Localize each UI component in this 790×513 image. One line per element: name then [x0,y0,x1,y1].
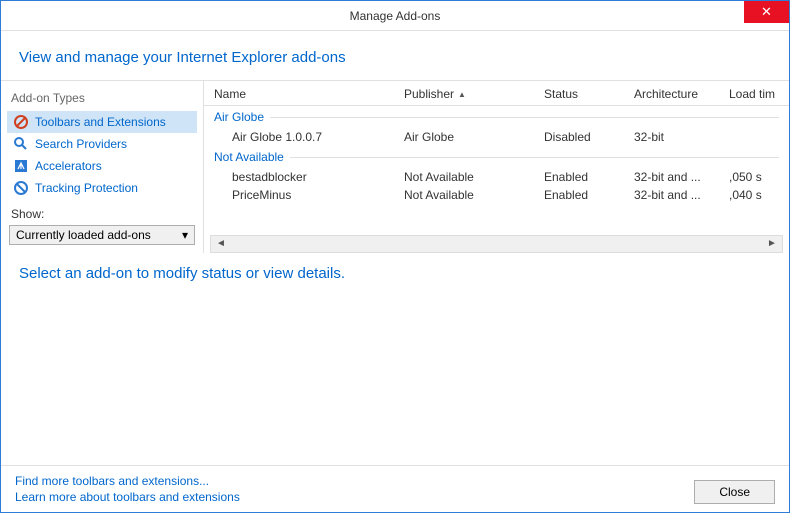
group-header: Air Globe [204,106,789,128]
cell-loadtime [729,130,789,144]
header-publisher-label: Publisher [404,87,454,101]
accelerators-icon [13,158,29,174]
table-row[interactable]: bestadblocker Not Available Enabled 32-b… [204,168,789,186]
main-panel: Name Publisher ▲ Status Architecture Loa… [204,81,789,253]
sidebar-item-label: Accelerators [35,159,102,173]
horizontal-scrollbar[interactable]: ◄ ► [210,235,783,253]
learn-more-link[interactable]: Learn more about toolbars and extensions [15,490,240,504]
header-loadtime[interactable]: Load tim [729,87,789,101]
cell-architecture: 32-bit [634,130,729,144]
scroll-right-icon[interactable]: ► [764,238,780,249]
cell-architecture: 32-bit and ... [634,188,729,202]
sidebar-item-accelerators[interactable]: Accelerators [7,155,197,177]
addons-table: Name Publisher ▲ Status Architecture Loa… [204,81,789,253]
search-icon [13,136,29,152]
cell-architecture: 32-bit and ... [634,170,729,184]
show-dropdown[interactable]: Currently loaded add-ons ▾ [9,225,195,245]
manage-addons-window: Manage Add-ons ✕ View and manage your In… [0,0,790,513]
cell-name: PriceMinus [204,188,404,202]
divider [270,117,779,118]
table-headers: Name Publisher ▲ Status Architecture Loa… [204,81,789,106]
detail-message: Select an add-on to modify status or vie… [1,253,789,294]
sidebar-item-label: Tracking Protection [35,181,138,195]
cell-name: Air Globe 1.0.0.7 [204,130,404,144]
cell-status: Enabled [544,170,634,184]
close-icon: ✕ [761,4,772,20]
group-title: Air Globe [214,110,264,124]
sort-asc-icon: ▲ [458,90,466,99]
header-architecture[interactable]: Architecture [634,87,729,101]
close-button[interactable]: Close [694,480,775,504]
chevron-down-icon: ▾ [182,228,188,242]
window-title: Manage Add-ons [1,9,789,23]
footer-links: Find more toolbars and extensions... Lea… [15,474,240,504]
content-area: Add-on Types Toolbars and Extensions Sea… [1,81,789,253]
show-label: Show: [7,199,197,223]
close-window-button[interactable]: ✕ [744,1,789,23]
page-header: View and manage your Internet Explorer a… [1,31,789,81]
sidebar-title: Add-on Types [7,89,197,111]
cell-publisher: Not Available [404,188,544,202]
group-title: Not Available [214,150,284,164]
cell-name: bestadblocker [204,170,404,184]
footer: Find more toolbars and extensions... Lea… [1,465,789,512]
table-row[interactable]: PriceMinus Not Available Enabled 32-bit … [204,186,789,204]
dropdown-value: Currently loaded add-ons [16,228,151,242]
sidebar-item-label: Search Providers [35,137,127,151]
sidebar-item-toolbars[interactable]: Toolbars and Extensions [7,111,197,133]
tracking-icon [13,180,29,196]
header-status[interactable]: Status [544,87,634,101]
find-more-link[interactable]: Find more toolbars and extensions... [15,474,240,488]
scroll-track[interactable] [229,238,764,250]
table-row[interactable]: Air Globe 1.0.0.7 Air Globe Disabled 32-… [204,128,789,146]
spacer [1,294,789,466]
cell-publisher: Not Available [404,170,544,184]
cell-status: Enabled [544,188,634,202]
divider [290,157,779,158]
cell-status: Disabled [544,130,634,144]
cell-loadtime: ,050 s [729,170,789,184]
sidebar-item-search[interactable]: Search Providers [7,133,197,155]
scroll-left-icon[interactable]: ◄ [213,238,229,249]
header-name[interactable]: Name [204,87,404,101]
cell-loadtime: ,040 s [729,188,789,202]
titlebar: Manage Add-ons ✕ [1,1,789,31]
sidebar-item-label: Toolbars and Extensions [35,115,166,129]
header-publisher[interactable]: Publisher ▲ [404,87,544,101]
toolbars-icon [13,114,29,130]
sidebar: Add-on Types Toolbars and Extensions Sea… [1,81,204,253]
cell-publisher: Air Globe [404,130,544,144]
sidebar-item-tracking[interactable]: Tracking Protection [7,177,197,199]
group-header: Not Available [204,146,789,168]
